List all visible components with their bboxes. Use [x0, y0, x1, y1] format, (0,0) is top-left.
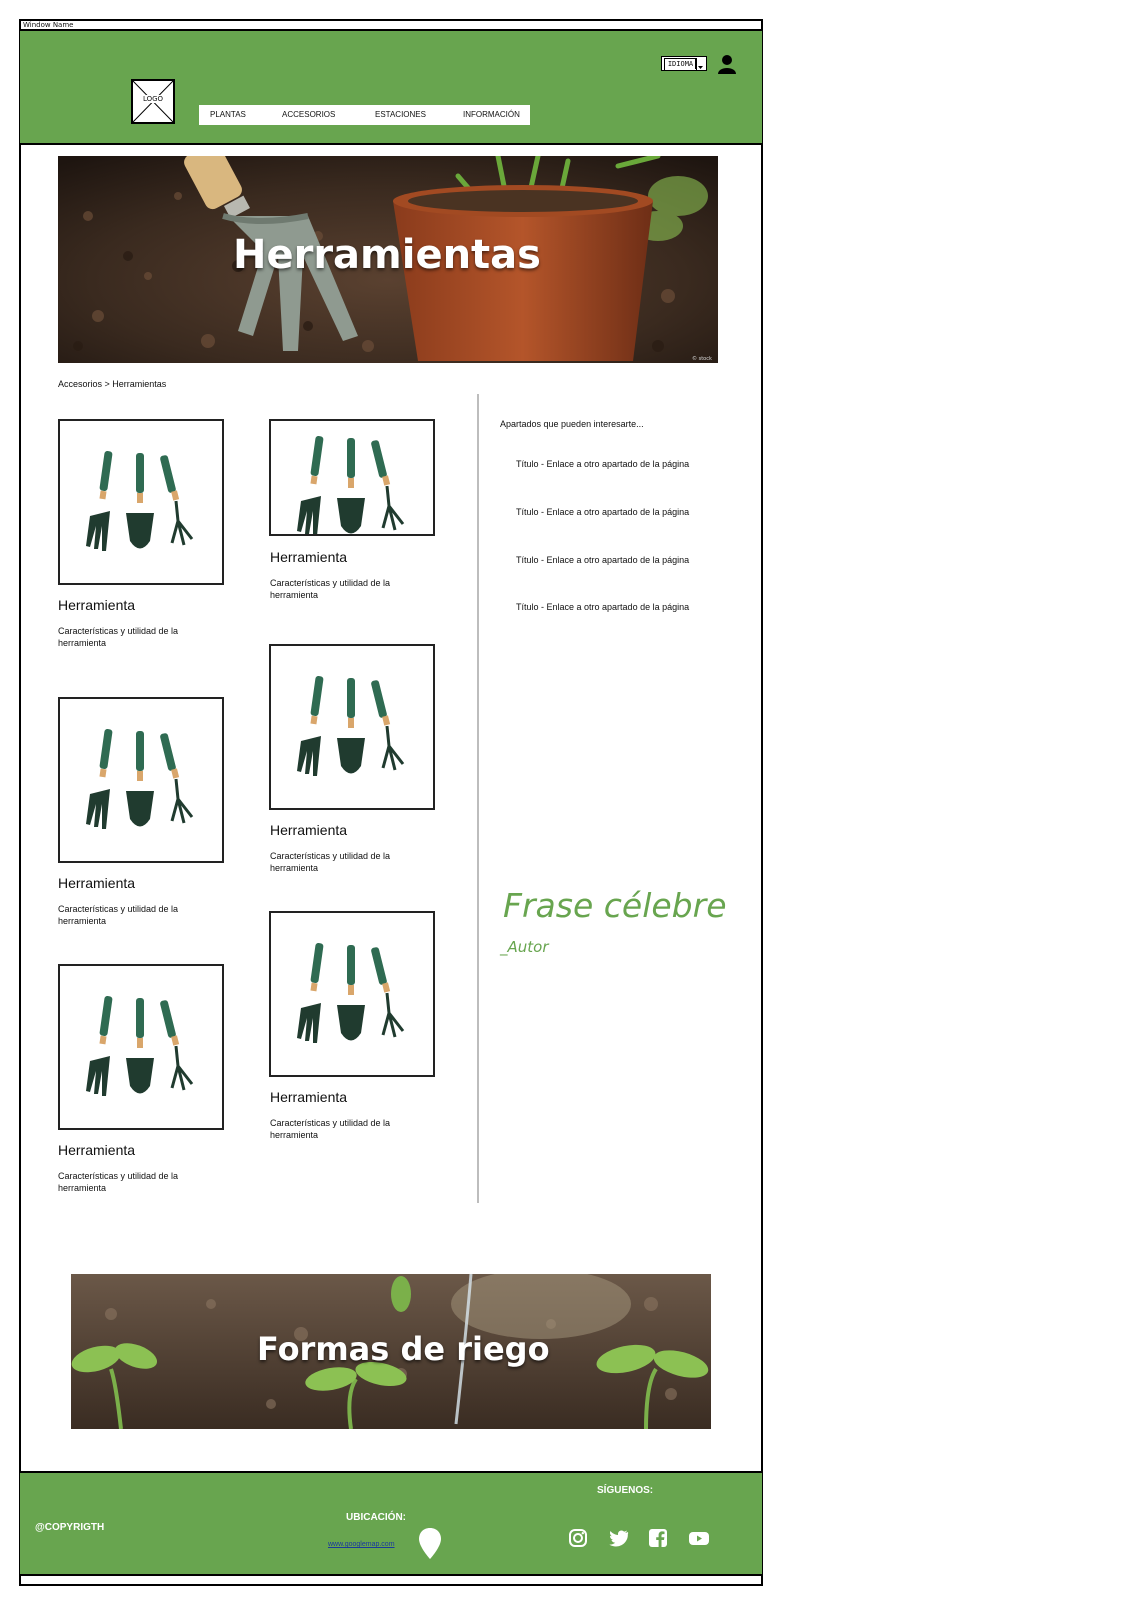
product-title[interactable]: Herramienta [270, 549, 347, 565]
window-title: Window Name [19, 19, 763, 31]
copyright-text: @COPYRIGTH [35, 1522, 105, 1533]
product-image[interactable] [58, 419, 224, 585]
nav-item-estaciones[interactable]: ESTACIONES [375, 110, 426, 119]
map-pin-icon[interactable] [418, 1528, 442, 1562]
follow-label: SÍGUENOS: [597, 1485, 654, 1496]
language-select[interactable]: IDIOMA [661, 56, 707, 71]
banner-title: Formas de riego [257, 1330, 550, 1368]
language-label: IDIOMA [664, 58, 697, 71]
product-description: Características y utilidad de la herrami… [58, 626, 179, 648]
map-link[interactable]: www.googlemap.com [328, 1541, 395, 1548]
breadcrumb[interactable]: Accesorios > Herramientas [58, 379, 166, 389]
garden-tools-icon [297, 436, 405, 536]
site-logo[interactable]: LOGO [131, 79, 175, 124]
garden-tools-icon [297, 676, 405, 776]
garden-tools-icon [86, 729, 194, 829]
instagram-icon[interactable] [568, 1528, 588, 1548]
nav-item-accesorios[interactable]: ACCESORIOS [282, 110, 335, 119]
hero-title: Herramientas [233, 232, 541, 278]
product-image[interactable] [58, 697, 224, 863]
product-image[interactable] [269, 644, 435, 810]
product-image[interactable] [58, 964, 224, 1130]
nav-item-plantas[interactable]: PLANTAS [210, 110, 246, 119]
facebook-icon[interactable] [648, 1528, 668, 1548]
garden-tools-icon [86, 996, 194, 1096]
sidebar-link[interactable]: Título - Enlace a otro apartado de la pá… [516, 602, 689, 612]
garden-tools-icon [86, 451, 194, 551]
main-nav: PLANTAS ACCESORIOS ESTACIONES INFORMACIÓ… [199, 105, 530, 125]
product-description: Características y utilidad de la herrami… [270, 1118, 391, 1140]
column-divider [477, 394, 479, 1203]
twitter-icon[interactable] [609, 1528, 629, 1548]
sidebar-link[interactable]: Título - Enlace a otro apartado de la pá… [516, 507, 689, 517]
product-image[interactable] [269, 419, 435, 536]
product-description: Características y utilidad de la herrami… [58, 1171, 179, 1193]
product-description: Características y utilidad de la herrami… [270, 851, 391, 873]
product-title[interactable]: Herramienta [270, 822, 347, 838]
product-image[interactable] [269, 911, 435, 1077]
user-icon[interactable] [717, 54, 737, 74]
product-title[interactable]: Herramienta [58, 875, 135, 891]
sidebar-link[interactable]: Título - Enlace a otro apartado de la pá… [516, 555, 689, 565]
garden-tools-icon [297, 943, 405, 1043]
sidebar-heading: Apartados que pueden interesarte... [500, 419, 644, 429]
nav-item-informacion[interactable]: INFORMACIÓN [463, 110, 520, 119]
location-label: UBICACIÓN: [346, 1512, 406, 1523]
quote-text: Frase célebre [503, 886, 727, 925]
product-title[interactable]: Herramienta [58, 1142, 135, 1158]
product-title[interactable]: Herramienta [58, 597, 135, 613]
quote-author: _Autor [500, 938, 549, 956]
chevron-down-icon [695, 58, 705, 69]
product-description: Características y utilidad de la herrami… [58, 904, 179, 926]
youtube-icon[interactable] [688, 1528, 709, 1548]
sidebar-link[interactable]: Título - Enlace a otro apartado de la pá… [516, 459, 689, 469]
logo-text: LOGO [141, 95, 165, 103]
product-description: Características y utilidad de la herrami… [270, 578, 391, 600]
svg-text:© stock: © stock [692, 355, 712, 362]
product-title[interactable]: Herramienta [270, 1089, 347, 1105]
